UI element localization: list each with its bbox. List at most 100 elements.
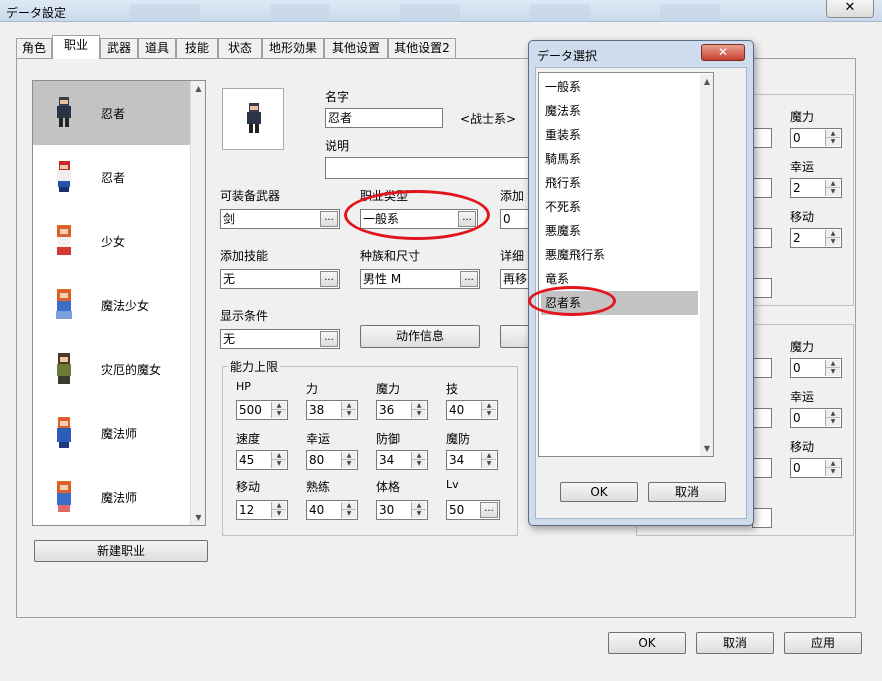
spin-up-icon[interactable]: ▲ [826, 130, 840, 138]
spin-up-icon[interactable]: ▲ [272, 402, 286, 410]
spin-down-icon[interactable]: ▼ [826, 188, 840, 196]
scroll-down-arrow-icon[interactable]: ▼ [191, 510, 206, 525]
stat-spinner[interactable]: 34 ▲ ▼ [376, 450, 428, 470]
partial-spinner[interactable] [752, 358, 772, 378]
spin-down-icon[interactable]: ▼ [482, 460, 496, 468]
stat-spinner[interactable]: 500 ▲ ▼ [236, 400, 288, 420]
scroll-down-arrow-icon[interactable]: ▼ [700, 441, 713, 456]
add-skill-field[interactable]: 无 ... [220, 269, 340, 289]
class-list[interactable]: 忍者 忍者 少女 魔法少女 灾厄的魔女 魔法师 魔法师 [32, 80, 206, 526]
data-list-scrollbar[interactable]: ▲ ▼ [700, 74, 713, 456]
new-class-button[interactable]: 新建职业 [34, 540, 208, 562]
spinner-arrows[interactable]: ▲ ▼ [341, 502, 356, 518]
spin-up-icon[interactable]: ▲ [826, 180, 840, 188]
class-list-scrollbar[interactable]: ▲ ▼ [190, 81, 205, 525]
spin-up-icon[interactable]: ▲ [272, 502, 286, 510]
list-item[interactable]: 魔法师 [33, 401, 191, 465]
list-item[interactable]: 飛行系 [541, 171, 698, 195]
level-browse-button[interactable]: ... [480, 502, 498, 518]
list-item[interactable]: 灾厄的魔女 [33, 337, 191, 401]
spin-down-icon[interactable]: ▼ [342, 510, 356, 518]
spin-up-icon[interactable]: ▲ [482, 452, 496, 460]
partial-spinner[interactable] [752, 458, 772, 478]
spin-up-icon[interactable]: ▲ [412, 452, 426, 460]
spin-up-icon[interactable]: ▲ [826, 410, 840, 418]
list-item[interactable]: 魔法少女 [33, 273, 191, 337]
spinner-arrows[interactable]: ▲ ▼ [411, 452, 426, 468]
dialog-close-button[interactable]: ✕ [701, 44, 745, 61]
display-condition-browse-button[interactable]: ... [320, 331, 338, 347]
spinner-arrows[interactable]: ▲ ▼ [341, 452, 356, 468]
spin-up-icon[interactable]: ▲ [412, 502, 426, 510]
tab-skill[interactable]: 技能 [176, 38, 218, 58]
stat-spinner[interactable]: 40 ▲ ▼ [306, 500, 358, 520]
dialog-ok-button[interactable]: OK [560, 482, 638, 502]
spinner-arrows[interactable]: ▲ ▼ [411, 402, 426, 418]
weapon-browse-button[interactable]: ... [320, 211, 338, 227]
spin-down-icon[interactable]: ▼ [342, 410, 356, 418]
stat-spinner[interactable]: 2 ▲ ▼ [790, 178, 842, 198]
spinner-arrows[interactable]: ▲ ▼ [825, 410, 840, 426]
stat-spinner[interactable]: 36 ▲ ▼ [376, 400, 428, 420]
tab-item[interactable]: 道具 [138, 38, 176, 58]
stat-spinner[interactable]: 38 ▲ ▼ [306, 400, 358, 420]
spinner-arrows[interactable]: ▲ ▼ [481, 402, 496, 418]
spin-down-icon[interactable]: ▼ [482, 410, 496, 418]
spin-up-icon[interactable]: ▲ [342, 452, 356, 460]
stat-spinner[interactable]: 40 ▲ ▼ [446, 400, 498, 420]
spin-down-icon[interactable]: ▼ [826, 418, 840, 426]
list-item[interactable]: 一般系 [541, 75, 698, 99]
list-item[interactable]: 魔法师 [33, 465, 191, 525]
description-field[interactable] [325, 157, 535, 179]
list-item[interactable]: 不死系 [541, 195, 698, 219]
spin-up-icon[interactable]: ▲ [826, 230, 840, 238]
spin-up-icon[interactable]: ▲ [826, 360, 840, 368]
spin-down-icon[interactable]: ▼ [412, 410, 426, 418]
stat-spinner[interactable]: 0 ▲ ▼ [790, 128, 842, 148]
spinner-arrows[interactable]: ▲ ▼ [825, 360, 840, 376]
apply-button[interactable]: 应用 [784, 632, 862, 654]
stat-spinner[interactable]: 0 ▲ ▼ [790, 408, 842, 428]
list-item[interactable]: 少女 [33, 209, 191, 273]
spin-down-icon[interactable]: ▼ [272, 510, 286, 518]
display-condition-field[interactable]: 无 ... [220, 329, 340, 349]
stat-spinner[interactable]: 0 ▲ ▼ [790, 358, 842, 378]
stat-spinner[interactable]: 0 ▲ ▼ [790, 458, 842, 478]
spinner-arrows[interactable]: ▲ ▼ [341, 402, 356, 418]
list-item[interactable]: 悪魔飛行系 [541, 243, 698, 267]
spin-up-icon[interactable]: ▲ [482, 402, 496, 410]
spin-down-icon[interactable]: ▼ [826, 368, 840, 376]
tab-terrain[interactable]: 地形効果 [262, 38, 324, 58]
spinner-arrows[interactable]: ▲ ▼ [271, 502, 286, 518]
spin-down-icon[interactable]: ▼ [272, 410, 286, 418]
race-field[interactable]: 男性 M ... [360, 269, 480, 289]
spinner-arrows[interactable]: ▲ ▼ [825, 460, 840, 476]
spin-down-icon[interactable]: ▼ [272, 460, 286, 468]
partial-spinner[interactable] [752, 408, 772, 428]
partial-spinner[interactable] [752, 508, 772, 528]
name-field[interactable]: 忍者 [325, 108, 443, 128]
spin-up-icon[interactable]: ▲ [342, 502, 356, 510]
tab-class[interactable]: 职业 [52, 35, 100, 59]
tab-weapon[interactable]: 武器 [100, 38, 138, 58]
stat-spinner[interactable]: 2 ▲ ▼ [790, 228, 842, 248]
ok-button[interactable]: OK [608, 632, 686, 654]
partial-spinner[interactable] [752, 128, 772, 148]
tab-other-settings[interactable]: 其他设置 [324, 38, 388, 58]
spinner-arrows[interactable]: ▲ ▼ [825, 230, 840, 246]
spin-down-icon[interactable]: ▼ [826, 468, 840, 476]
spin-up-icon[interactable]: ▲ [272, 452, 286, 460]
spin-up-icon[interactable]: ▲ [412, 402, 426, 410]
class-type-field[interactable]: 一般系 ... [360, 209, 478, 229]
partial-spinner[interactable] [752, 178, 772, 198]
add-skill-browse-button[interactable]: ... [320, 271, 338, 287]
spinner-arrows[interactable]: ▲ ▼ [271, 402, 286, 418]
stat-spinner[interactable]: 12 ▲ ▼ [236, 500, 288, 520]
scroll-up-arrow-icon[interactable]: ▲ [700, 74, 713, 89]
spinner-arrows[interactable]: ▲ ▼ [825, 180, 840, 196]
race-browse-button[interactable]: ... [460, 271, 478, 287]
dialog-cancel-button[interactable]: 取消 [648, 482, 726, 502]
spin-up-icon[interactable]: ▲ [342, 402, 356, 410]
stat-spinner[interactable]: 30 ▲ ▼ [376, 500, 428, 520]
partial-spinner[interactable] [752, 228, 772, 248]
